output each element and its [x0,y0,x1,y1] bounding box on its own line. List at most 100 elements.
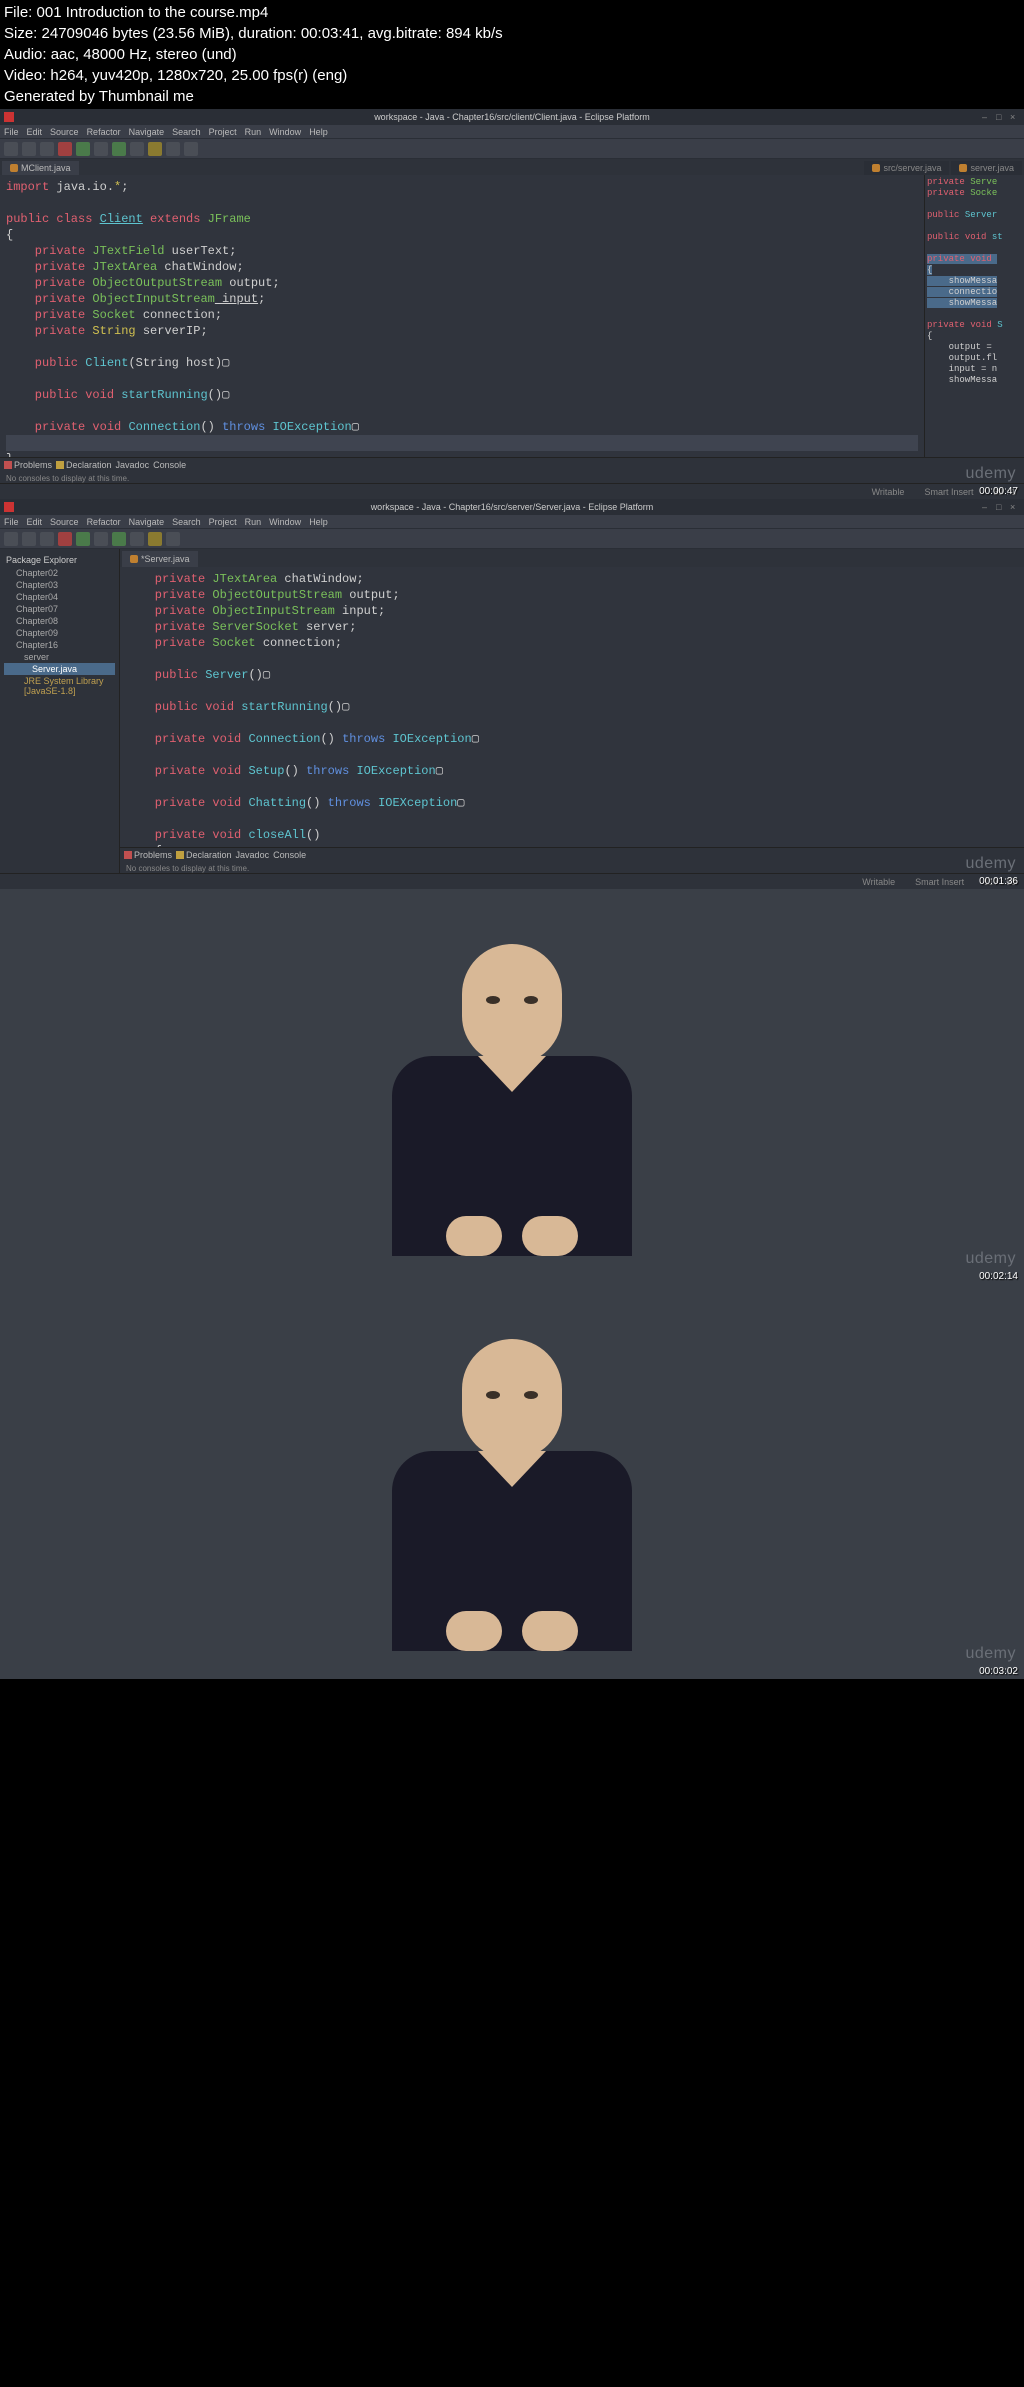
package-explorer[interactable]: Package Explorer Chapter02 Chapter03 Cha… [0,549,120,873]
menu-refactor[interactable]: Refactor [87,517,121,527]
tree-item[interactable]: Chapter09 [4,627,115,639]
udemy-watermark: udemy [965,1250,1016,1268]
declaration-icon [176,851,184,859]
menu-help[interactable]: Help [309,127,328,137]
tree-item-library[interactable]: JRE System Library [JavaSE-1.8] [4,675,115,697]
tool-icon[interactable] [166,532,180,546]
menu-file[interactable]: File [4,517,19,527]
menu-navigate[interactable]: Navigate [129,517,165,527]
menu-help[interactable]: Help [309,517,328,527]
maximize-icon[interactable]: □ [996,502,1006,512]
menu-refactor[interactable]: Refactor [87,127,121,137]
tab-problems[interactable]: Problems [4,460,52,470]
frame-timestamp: 00:01:36 [979,876,1018,887]
thumbnail-frame-3: udemy 00:02:14 [0,889,1024,1284]
save-icon[interactable] [22,142,36,156]
frame-timestamp: 00:00:47 [979,486,1018,497]
minimize-icon[interactable]: – [982,112,992,122]
code-editor-outline[interactable]: private Serve private Socke public Serve… [924,175,1024,457]
debug-icon[interactable] [58,142,72,156]
menu-file[interactable]: File [4,127,19,137]
info-video: Video: h264, yuv420p, 1280x720, 25.00 fp… [4,65,1020,86]
tab-javadoc[interactable]: Javadoc [236,850,270,860]
editor-tab-server-src[interactable]: src/server.java [864,161,949,175]
tool-icon[interactable] [130,142,144,156]
instructor-torso [392,1056,632,1256]
menu-source[interactable]: Source [50,517,79,527]
tab-console[interactable]: Console [273,850,306,860]
close-icon[interactable]: × [1010,502,1020,512]
menu-window[interactable]: Window [269,517,301,527]
code-editor-main[interactable]: private JTextArea chatWindow; private Ob… [120,567,1024,847]
frame-timestamp: 00:02:14 [979,1271,1018,1282]
udemy-watermark: udemy [965,465,1016,483]
explorer-title: Package Explorer [4,553,115,567]
tool-icon[interactable] [112,532,126,546]
tool-icon[interactable] [94,532,108,546]
file-info: File: 001 Introduction to the course.mp4… [0,0,1024,109]
menu-source[interactable]: Source [50,127,79,137]
menu-run[interactable]: Run [245,127,262,137]
tool-icon[interactable] [40,532,54,546]
java-file-icon [959,164,967,172]
status-insert: Smart Insert [915,877,964,887]
status-bar: Writable Smart Insert 117 : 53 [0,873,1024,889]
editor-tab-client[interactable]: MClient.java [2,161,79,175]
info-file: File: 001 Introduction to the course.mp4 [4,2,1020,23]
tool-icon[interactable] [148,532,162,546]
close-icon[interactable]: × [1010,112,1020,122]
instructor-head [462,944,562,1064]
tool-icon[interactable] [148,142,162,156]
editor-tab-server[interactable]: *Server.java [122,551,198,567]
tab-problems[interactable]: Problems [124,850,172,860]
tool-icon[interactable] [94,142,108,156]
run-icon[interactable] [76,532,90,546]
menu-bar[interactable]: File Edit Source Refactor Navigate Searc… [0,125,1024,139]
tool-icon[interactable] [130,532,144,546]
menu-search[interactable]: Search [172,517,201,527]
console-message: No consoles to display at this time. [120,862,1024,873]
bottom-panel: Problems Declaration Javadoc Console No … [0,457,1024,483]
menu-run[interactable]: Run [245,517,262,527]
tool-icon[interactable] [184,142,198,156]
window-title: workspace - Java - Chapter16/src/client/… [374,112,650,122]
minimize-icon[interactable]: – [982,502,992,512]
tree-item-package[interactable]: server [4,651,115,663]
tab-declaration[interactable]: Declaration [56,460,112,470]
menu-project[interactable]: Project [209,517,237,527]
code-editor-main[interactable]: import java.io.*; public class Client ex… [0,175,924,457]
menu-bar[interactable]: File Edit Source Refactor Navigate Searc… [0,515,1024,529]
tab-javadoc[interactable]: Javadoc [116,460,150,470]
maximize-icon[interactable]: □ [996,112,1006,122]
tree-item[interactable]: Chapter08 [4,615,115,627]
menu-edit[interactable]: Edit [27,517,43,527]
menu-project[interactable]: Project [209,127,237,137]
menu-edit[interactable]: Edit [27,127,43,137]
tree-item[interactable]: Chapter04 [4,591,115,603]
window-titlebar[interactable]: workspace - Java - Chapter16/src/server/… [0,499,1024,515]
run-icon[interactable] [76,142,90,156]
tree-item[interactable]: Chapter02 [4,567,115,579]
tool-icon[interactable] [4,532,18,546]
tool-icon[interactable] [112,142,126,156]
menu-navigate[interactable]: Navigate [129,127,165,137]
editor-tab-server[interactable]: server.java [951,161,1022,175]
thumbnail-frame-1: workspace - Java - Chapter16/src/client/… [0,109,1024,499]
tree-item[interactable]: Chapter03 [4,579,115,591]
tool-icon[interactable] [166,142,180,156]
tool-icon[interactable] [40,142,54,156]
status-writable: Writable [862,877,895,887]
tab-declaration[interactable]: Declaration [176,850,232,860]
eclipse-ide-window: workspace - Java - Chapter16/src/server/… [0,499,1024,889]
tree-item[interactable]: Chapter16 [4,639,115,651]
debug-icon[interactable] [58,532,72,546]
menu-search[interactable]: Search [172,127,201,137]
menu-window[interactable]: Window [269,127,301,137]
tab-console[interactable]: Console [153,460,186,470]
tree-item-selected[interactable]: Server.java [4,663,115,675]
tree-item[interactable]: Chapter07 [4,603,115,615]
tool-icon[interactable] [4,142,18,156]
java-file-icon [130,555,138,563]
save-icon[interactable] [22,532,36,546]
window-titlebar[interactable]: workspace - Java - Chapter16/src/client/… [0,109,1024,125]
